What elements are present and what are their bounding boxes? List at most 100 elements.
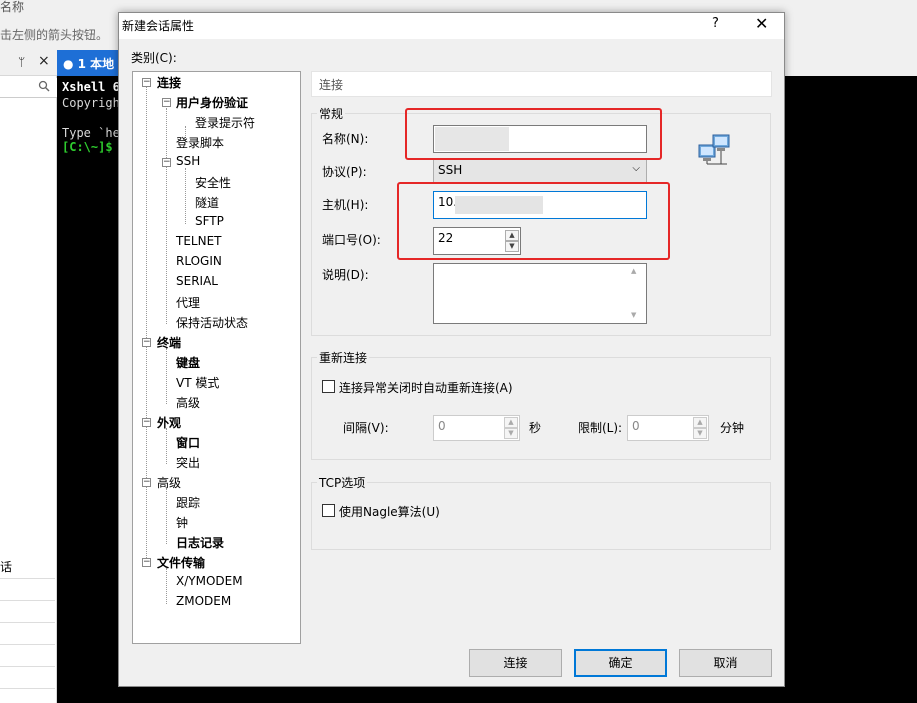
annotation-box-host-port [397,182,670,260]
bg-title-fragment: 名称 [0,0,25,14]
network-computers-icon [697,133,733,170]
scroll-down-icon[interactable]: ▼ [631,311,636,319]
tree-node[interactable]: VT 模式 [176,374,219,391]
list-item [0,646,55,667]
tree-node[interactable]: 登录提示符 [195,114,255,131]
pin-icon[interactable]: ᛘ [18,55,25,69]
close-button[interactable]: ✕ [755,14,768,33]
collapse-toggle-icon[interactable]: − [162,158,171,167]
tree-node[interactable]: SFTP [195,214,224,228]
tree-node[interactable]: SERIAL [176,274,218,288]
scroll-up-icon[interactable]: ▲ [631,267,636,275]
connect-button[interactable]: 连接 [469,649,562,677]
tab-label: 1 本地 [77,57,115,71]
interval-value: 0 [438,419,446,433]
tree-node[interactable]: 连接 [157,74,181,91]
tree-node[interactable]: 高级 [176,394,200,411]
tree-node[interactable]: SSH [176,154,200,168]
collapse-toggle-icon[interactable]: − [142,78,151,87]
tree-connector [166,108,167,324]
terminal-line: Copyrigh [62,96,120,110]
reconnect-group [311,357,771,460]
interval-spin-down-icon[interactable]: ▼ [504,428,518,439]
help-button[interactable]: ? [712,16,719,31]
tree-node[interactable]: 文件传输 [157,554,205,571]
terminal-line: Xshell 6 [62,80,120,94]
reconnect-group-title: 重新连接 [317,349,370,366]
auto-reconnect-checkbox[interactable] [322,380,335,393]
list-item-text: 话 [0,560,13,574]
collapse-toggle-icon[interactable]: − [162,98,171,107]
tree-node[interactable]: 日志记录 [176,534,224,551]
interval-label: 间隔(V): [343,421,389,435]
protocol-label: 协议(P): [322,165,367,179]
tree-connector [146,86,147,564]
ok-button[interactable]: 确定 [574,649,667,677]
tree-node[interactable]: 登录脚本 [176,134,224,151]
collapse-toggle-icon[interactable]: − [142,338,151,347]
tree-node[interactable]: TELNET [176,234,222,248]
tree-node[interactable]: 代理 [176,294,200,311]
limit-spin-up-icon[interactable]: ▲ [693,417,707,428]
chevron-down-icon: ⌵ [632,163,640,174]
port-label: 端口号(O): [322,233,381,247]
nagle-label: 使用Nagle算法(U) [339,505,440,519]
list-item [0,580,55,601]
list-item: 话 [0,558,55,579]
list-item [0,668,55,689]
description-input[interactable] [433,263,647,324]
tree-node[interactable]: 高级 [157,474,181,491]
tree-node[interactable]: ZMODEM [176,594,231,608]
collapse-toggle-icon[interactable]: − [142,558,151,567]
tree-node[interactable]: 安全性 [195,174,231,191]
description-label: 说明(D): [322,268,369,282]
tree-connector [185,168,186,224]
tree-connector [166,348,167,404]
limit-spin-down-icon[interactable]: ▼ [693,428,707,439]
tree-node[interactable]: RLOGIN [176,254,222,268]
tcp-options-group-title: TCP选项 [317,474,368,491]
tree-node[interactable]: 突出 [176,454,200,471]
tree-connector [166,568,167,604]
tree-node[interactable]: 外观 [157,414,181,431]
section-header-bar [311,71,772,97]
tree-node[interactable]: 键盘 [176,354,200,371]
host-label: 主机(H): [322,198,369,212]
list-item [0,624,55,645]
tab-local-shell[interactable]: ● 1 本地 [57,50,121,76]
category-label: 类别(C): [131,51,177,65]
new-session-properties-dialog: 新建会话属性 ? ✕ 类别(C): − 连接 − 用户身份验证 登录提示符 登录… [118,12,785,687]
tree-node[interactable]: 终端 [157,334,181,351]
tree-node[interactable]: 跟踪 [176,494,200,511]
dialog-title: 新建会话属性 [122,19,195,33]
annotation-box-name [405,108,662,160]
tree-node[interactable]: 窗口 [176,434,200,451]
tree-node[interactable]: 钟 [176,514,188,531]
terminal-prompt: [C:\~]$ [62,140,113,154]
collapse-toggle-icon[interactable]: − [142,478,151,487]
tree-node[interactable]: 保持活动状态 [176,314,248,331]
cancel-button[interactable]: 取消 [679,649,772,677]
category-tree[interactable]: − 连接 − 用户身份验证 登录提示符 登录脚本 − SSH 安全性 隧道 SF… [132,71,301,644]
protocol-select[interactable]: SSH ⌵ [433,159,647,183]
collapse-toggle-icon[interactable]: − [142,418,151,427]
close-icon[interactable]: × [38,53,50,69]
section-header: 连接 [319,78,344,92]
bg-hint-text: 击左侧的箭头按钮。 [0,28,109,42]
tree-node[interactable]: X/YMODEM [176,574,243,588]
tree-connector [166,428,167,464]
search-icon[interactable] [38,80,50,95]
interval-spin-up-icon[interactable]: ▲ [504,417,518,428]
tree-node[interactable]: 用户身份验证 [176,94,248,111]
tree-node[interactable]: 隧道 [195,194,219,211]
nagle-checkbox[interactable] [322,504,335,517]
terminal-line: Type `he [62,126,120,140]
protocol-value: SSH [438,163,463,177]
auto-reconnect-label: 连接异常关闭时自动重新连接(A) [339,381,513,395]
limit-value: 0 [632,419,640,433]
name-label: 名称(N): [322,132,369,146]
session-property-list: 话 [0,558,55,703]
dialog-titlebar [119,13,784,39]
tree-connector [166,488,167,544]
limit-unit: 分钟 [720,421,745,435]
